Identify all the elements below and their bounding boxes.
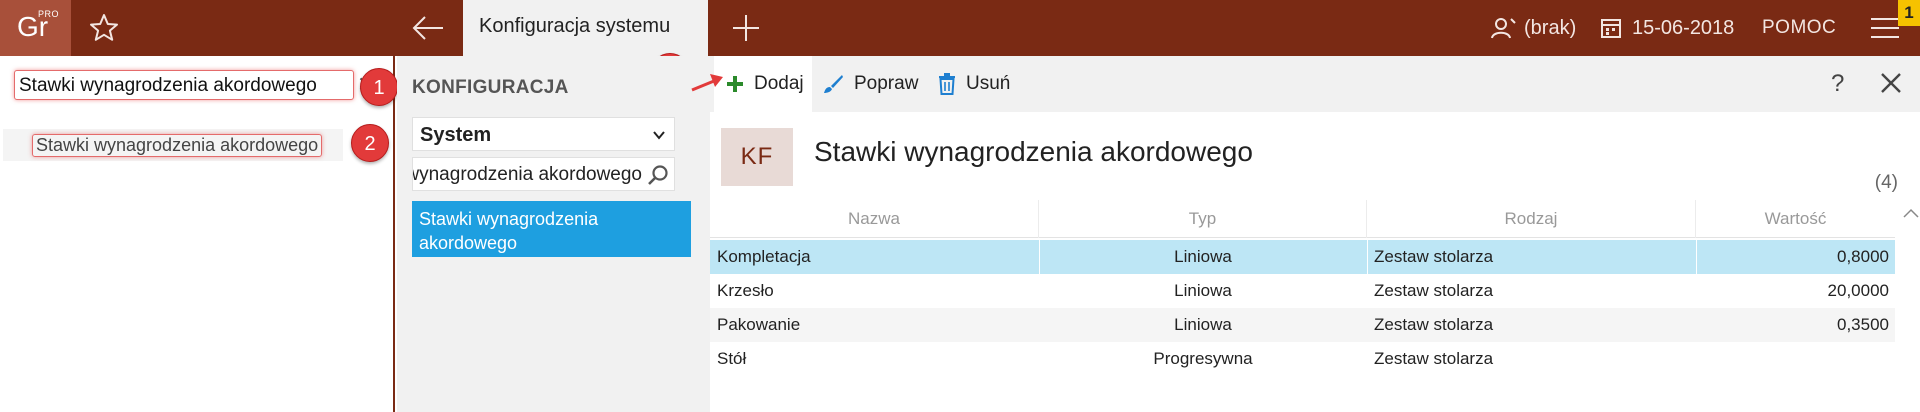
table-row[interactable]: Kompletacja Liniowa Zestaw stolarza 0,80… xyxy=(710,240,1895,274)
column-header-nazwa[interactable]: Nazwa xyxy=(710,200,1039,238)
cell-typ: Progresywna xyxy=(1153,349,1253,368)
app-logo[interactable]: Gr PRO xyxy=(0,0,71,56)
search-result-label: Stawki wynagrodzenia akordowego xyxy=(32,134,323,157)
config-search-value: Stawki wynagrodzenia akordowego xyxy=(412,164,642,185)
global-search-panel: Stawki wynagrodzenia akordowego ✕ Stawki… xyxy=(0,56,395,412)
help-button[interactable]: ? xyxy=(1831,70,1844,98)
tab-label: Konfiguracja systemu xyxy=(479,15,671,37)
cell-rodzaj: Zestaw stolarza xyxy=(1374,349,1494,368)
cell-rodzaj: Zestaw stolarza xyxy=(1374,281,1494,300)
document-content: KF Stawki wynagrodzenia akordowego (4) N… xyxy=(710,112,1920,412)
cell-typ: Liniowa xyxy=(1174,315,1232,334)
cell-typ: Liniowa xyxy=(1174,281,1232,300)
trash-icon xyxy=(939,73,955,95)
cell-name: Pakowanie xyxy=(717,315,801,334)
scroll-up-icon[interactable] xyxy=(1902,206,1920,220)
cell-rodzaj: Zestaw stolarza xyxy=(1374,315,1494,334)
table-header: Nazwa Typ Rodzaj Wartość xyxy=(710,200,1895,238)
toolbar: Dodaj Popraw Usuń ? xyxy=(700,56,1920,112)
column-header-rodzaj[interactable]: Rodzaj xyxy=(1367,200,1696,238)
cell-wartosc: 0,8000 xyxy=(1837,247,1889,266)
add-button-label: Dodaj xyxy=(754,73,804,94)
close-icon[interactable] xyxy=(1879,70,1903,96)
search-result-item[interactable]: Stawki wynagrodzenia akordowego xyxy=(3,129,343,161)
column-header-wartosc[interactable]: Wartość xyxy=(1696,200,1895,238)
module-select[interactable]: System xyxy=(412,117,675,151)
new-tab-plus-icon[interactable] xyxy=(730,12,762,44)
user-menu[interactable]: (brak) xyxy=(1490,0,1576,56)
cell-rodzaj: Zestaw stolarza xyxy=(1374,247,1494,266)
cell-typ: Liniowa xyxy=(1174,247,1232,266)
cell-wartosc: 20,0000 xyxy=(1827,281,1889,300)
notification-badge[interactable]: 1 xyxy=(1898,0,1920,26)
user-label: (brak) xyxy=(1524,16,1577,39)
module-select-value: System xyxy=(420,124,492,146)
record-count: (4) xyxy=(1874,172,1898,193)
chevron-down-icon xyxy=(653,131,665,140)
tab-konfiguracja-systemu[interactable]: Konfiguracja systemu xyxy=(463,0,708,56)
config-item-selected[interactable]: Stawki wynagrodzenia akordowego xyxy=(412,201,691,257)
edit-button-label: Popraw xyxy=(854,73,919,94)
step-badge-1: 1 xyxy=(360,68,398,106)
cell-wartosc xyxy=(1696,342,1889,376)
user-icon xyxy=(1491,18,1516,39)
plus-icon xyxy=(727,76,743,92)
logo-badge: PRO xyxy=(38,9,60,19)
date-picker[interactable]: 15-06-2018 xyxy=(1600,0,1734,56)
cell-name: Kompletacja xyxy=(717,247,811,266)
edit-button[interactable]: Popraw xyxy=(822,56,918,112)
pointer-arrow-icon xyxy=(691,74,723,92)
table-row[interactable]: Pakowanie Liniowa Zestaw stolarza 0,3500 xyxy=(710,308,1895,342)
help-link[interactable]: POMOC xyxy=(1762,0,1836,56)
brush-icon xyxy=(824,75,843,93)
cell-name: Stół xyxy=(717,349,747,368)
date-label: 15-06-2018 xyxy=(1632,16,1735,39)
global-search-input[interactable]: Stawki wynagrodzenia akordowego xyxy=(14,70,354,100)
main-panel: Dodaj Popraw Usuń ? KF Stawki wynagrodze… xyxy=(700,56,1920,412)
table-row[interactable]: Krzesło Liniowa Zestaw stolarza 20,0000 xyxy=(710,274,1895,308)
cell-name: Krzesło xyxy=(717,281,774,300)
table-row[interactable]: Stół Progresywna Zestaw stolarza xyxy=(710,342,1895,376)
step-badge-2: 2 xyxy=(351,124,389,162)
config-panel: KONFIGURACJA System Stawki wynagrodzenia… xyxy=(397,56,700,412)
config-search-input[interactable]: Stawki wynagrodzenia akordowego xyxy=(412,157,675,191)
hamburger-menu-icon[interactable] xyxy=(1871,18,1901,40)
document-badge: KF xyxy=(721,128,793,186)
config-title: KONFIGURACJA xyxy=(412,77,569,98)
delete-button-label: Usuń xyxy=(966,73,1011,94)
top-bar: Gr PRO Konfiguracja systemu (brak) 15-06… xyxy=(0,0,1920,56)
delete-button[interactable]: Usuń xyxy=(938,56,1010,112)
calendar-icon xyxy=(1601,19,1621,38)
add-button[interactable]: Dodaj xyxy=(714,56,812,112)
back-arrow-icon[interactable] xyxy=(410,12,446,44)
column-header-typ[interactable]: Typ xyxy=(1039,200,1367,238)
page-title: Stawki wynagrodzenia akordowego xyxy=(814,136,1253,167)
search-icon[interactable] xyxy=(646,164,670,186)
cell-wartosc: 0,3500 xyxy=(1837,315,1889,334)
star-icon[interactable] xyxy=(88,12,120,44)
